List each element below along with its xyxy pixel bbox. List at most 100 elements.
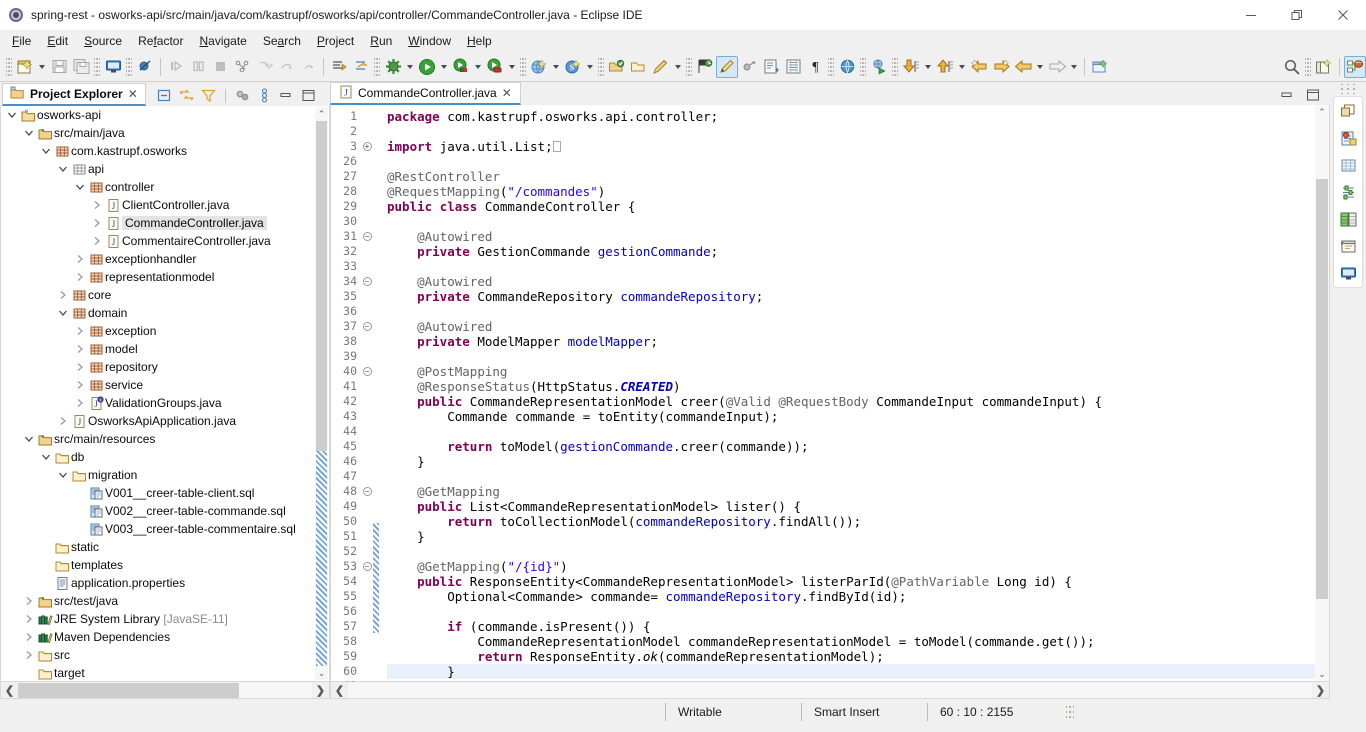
properties-view-icon[interactable]	[1337, 181, 1359, 203]
previous-annotation-icon[interactable]	[350, 56, 372, 78]
code-line[interactable]: import java.util.List;	[387, 139, 1315, 154]
editor-hscrollbar[interactable]: ❮ ❯	[330, 682, 1330, 699]
code-line[interactable]	[387, 214, 1315, 229]
tree-item-v002-creer-table-commande-sql[interactable]: V002__creer-table-commande.sql	[1, 502, 315, 520]
open-task-list-icon[interactable]	[760, 56, 782, 78]
chevron-right-icon[interactable]	[73, 272, 87, 282]
next-annotation-icon[interactable]	[328, 56, 350, 78]
code-line[interactable]: @ResponseStatus(HttpStatus.CREATED)	[387, 379, 1315, 394]
toolbar-drag-handle[interactable]	[6, 57, 12, 76]
save-all-icon[interactable]	[70, 56, 92, 78]
step-over-icon[interactable]	[275, 56, 297, 78]
tree-item-clientcontroller-java[interactable]: J ClientController.java	[1, 196, 315, 214]
tree-item-repository[interactable]: repository	[1, 358, 315, 376]
code-line[interactable]	[387, 154, 1315, 169]
project-tree-scroll-thumb[interactable]	[316, 121, 327, 451]
coverage-icon[interactable]	[484, 56, 506, 78]
servers-view-icon[interactable]	[1337, 208, 1359, 230]
restore-icon[interactable]	[1274, 0, 1320, 30]
minimize-view-icon[interactable]	[278, 87, 295, 104]
tree-item-db[interactable]: db	[1, 448, 315, 466]
debug-step-icon[interactable]	[165, 56, 187, 78]
save-icon[interactable]	[48, 56, 70, 78]
code-line[interactable]: }	[387, 454, 1315, 469]
menu-source[interactable]: Source	[76, 32, 130, 50]
tree-item-v003-creer-table-commentaire-sql[interactable]: V003__creer-table-commentaire.sql	[1, 520, 315, 538]
run-dropdown-arrow[interactable]	[438, 56, 450, 78]
menu-file[interactable]: File	[4, 32, 39, 50]
view-filter-icon[interactable]	[200, 87, 217, 104]
run-last-tool-icon[interactable]	[868, 56, 890, 78]
scroll-down-arrow[interactable]: ⌄	[318, 666, 326, 680]
new-java-project-icon[interactable]	[528, 56, 550, 78]
project-tree-vscrollbar[interactable]: ⌃ ⌄	[315, 107, 328, 680]
code-line[interactable]: package com.kastrupf.osworks.api.control…	[387, 109, 1315, 124]
project-tree-hscrollbar[interactable]: ❮ ❯	[0, 682, 330, 699]
code-line[interactable]: private ModelMapper modelMapper;	[387, 334, 1315, 349]
debug-dropdown-arrow[interactable]	[472, 56, 484, 78]
tab-commandecontroller-java[interactable]: J CommandeController.java ✕	[330, 82, 521, 106]
pencil-dropdown-arrow[interactable]	[672, 56, 684, 78]
close-tab-icon[interactable]: ✕	[502, 86, 512, 100]
console-view-icon[interactable]	[1337, 262, 1359, 284]
tree-item-static[interactable]: static	[1, 538, 315, 556]
tree-item-osworks-api[interactable]: Mosworks-api	[1, 106, 315, 124]
code-line[interactable]	[387, 424, 1315, 439]
build-all-icon[interactable]	[382, 56, 404, 78]
code-line[interactable]: }	[387, 664, 1315, 680]
chevron-right-icon[interactable]	[22, 650, 36, 660]
code-line[interactable]	[387, 259, 1315, 274]
snippets-view-icon[interactable]	[1337, 235, 1359, 257]
maximize-editor-icon[interactable]	[1306, 88, 1320, 102]
tree-item-controller[interactable]: controller	[1, 178, 315, 196]
quick-access-search-icon[interactable]	[1281, 56, 1303, 78]
tree-item-v001-creer-table-client-sql[interactable]: V001__creer-table-client.sql	[1, 484, 315, 502]
previous-edit-location-icon[interactable]	[934, 56, 956, 78]
build-dropdown-arrow[interactable]	[404, 56, 416, 78]
fold-collapse-icon[interactable]: −	[361, 559, 373, 574]
tree-item-exception[interactable]: exception	[1, 322, 315, 340]
tree-item-target[interactable]: target	[1, 664, 315, 681]
project-tree[interactable]: Mosworks-api src/main/java com.kastrupf.os…	[0, 106, 330, 682]
scroll-right-arrow[interactable]: ❯	[312, 683, 329, 698]
code-line[interactable]: @RequestMapping("/commandes")	[387, 184, 1315, 199]
code-line[interactable]: @RestController	[387, 169, 1315, 184]
code-line[interactable]: private GestionCommande gestionCommande;	[387, 244, 1315, 259]
editor-scroll-down-arrow[interactable]: ⌄	[1318, 667, 1326, 681]
code-line[interactable]: @GetMapping("/{id}")	[387, 559, 1315, 574]
skip-breakpoints-icon[interactable]	[134, 56, 156, 78]
chevron-right-icon[interactable]	[73, 326, 87, 336]
chevron-right-icon[interactable]	[22, 596, 36, 606]
terminate-icon[interactable]	[209, 56, 231, 78]
forward-nav-dropdown[interactable]	[1068, 56, 1080, 78]
chevron-right-icon[interactable]	[73, 362, 87, 372]
tree-item-application-properties[interactable]: application.properties	[1, 574, 315, 592]
tree-item-src-main-java[interactable]: src/main/java	[1, 124, 315, 142]
tree-item-api[interactable]: api	[1, 160, 315, 178]
code-line[interactable]: public ResponseEntity<CommandeRepresenta…	[387, 574, 1315, 589]
menu-run[interactable]: Run	[362, 32, 400, 50]
code-line[interactable]: private CommandeRepository commandeRepos…	[387, 289, 1315, 304]
menu-project[interactable]: Project	[309, 32, 362, 50]
tree-item-commentairecontroller-java[interactable]: J CommentaireController.java	[1, 232, 315, 250]
code-line[interactable]: public class CommandeController {	[387, 199, 1315, 214]
source-code[interactable]: package com.kastrupf.osworks.api.control…	[379, 105, 1315, 681]
code-line[interactable]: CommandeRepresentationModel commandeRepr…	[387, 634, 1315, 649]
back-nav-dropdown[interactable]	[1034, 56, 1046, 78]
new-spring-icon[interactable]: S	[562, 56, 584, 78]
code-line[interactable]: @GetMapping	[387, 484, 1315, 499]
minimize-icon[interactable]	[1228, 0, 1274, 30]
open-task-icon[interactable]	[628, 56, 650, 78]
editor-hscroll-track[interactable]	[348, 682, 1312, 698]
previous-dropdown-arrow[interactable]	[956, 56, 968, 78]
editor-scroll-right-arrow[interactable]: ❯	[1312, 683, 1329, 698]
code-line[interactable]	[387, 304, 1315, 319]
scroll-left-arrow[interactable]: ❮	[1, 683, 18, 698]
disconnect-icon[interactable]	[231, 56, 253, 78]
chevron-down-icon[interactable]	[22, 128, 36, 138]
link-icon[interactable]	[738, 56, 760, 78]
code-line[interactable]: return toCollectionModel(commandeReposit…	[387, 514, 1315, 529]
chevron-down-icon[interactable]	[22, 434, 36, 444]
tree-item-maven-dependencies[interactable]: Maven Dependencies	[1, 628, 315, 646]
close-view-icon[interactable]: ✕	[128, 87, 138, 101]
